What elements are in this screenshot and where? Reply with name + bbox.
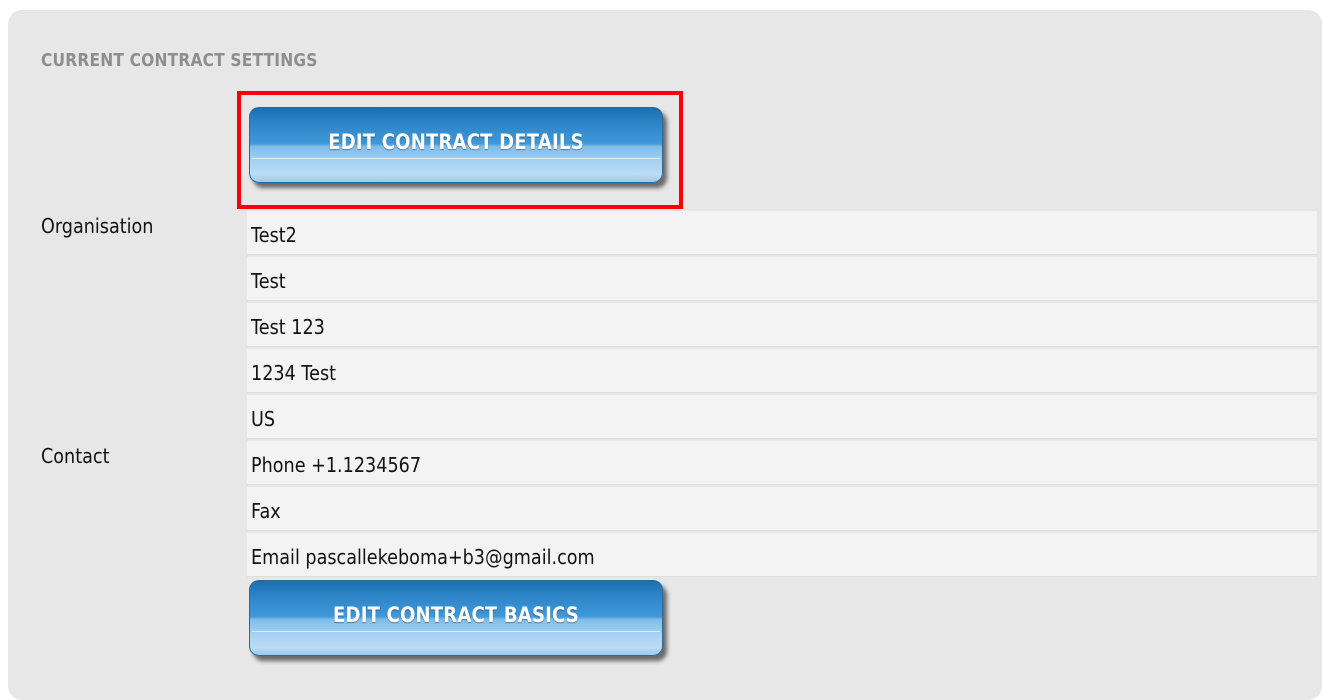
organisation-address: Test 123	[251, 315, 325, 339]
contact-row: Email pascallekeboma+b3@gmail.com	[247, 533, 1317, 577]
contact-fax: Fax	[251, 499, 281, 523]
contact-label: Contact	[41, 444, 110, 468]
contact-email: Email pascallekeboma+b3@gmail.com	[251, 545, 595, 569]
contact-row: Fax	[247, 487, 1317, 531]
contract-info-rows: Test2 Test Test 123 1234 Test US Phone +…	[247, 211, 1317, 579]
organisation-row: Test 123	[247, 303, 1317, 347]
button-divider	[252, 158, 660, 159]
edit-contract-basics-button[interactable]: EDIT CONTRACT BASICS	[249, 580, 663, 656]
edit-contract-basics-label: EDIT CONTRACT BASICS	[333, 603, 579, 627]
organisation-name: Test2	[251, 223, 297, 247]
organisation-postcode-city: 1234 Test	[251, 361, 337, 385]
organisation-row: 1234 Test	[247, 349, 1317, 393]
edit-contract-details-label: EDIT CONTRACT DETAILS	[328, 130, 584, 154]
organisation-row: US	[247, 395, 1317, 439]
contact-row: Phone +1.1234567	[247, 441, 1317, 485]
organisation-row: Test2	[247, 211, 1317, 255]
section-title: CURRENT CONTRACT SETTINGS	[41, 50, 318, 71]
button-divider	[252, 631, 660, 632]
contact-phone: Phone +1.1234567	[251, 453, 422, 477]
organisation-line: Test	[251, 269, 286, 293]
organisation-label: Organisation	[41, 214, 154, 238]
organisation-country: US	[251, 407, 276, 431]
organisation-row: Test	[247, 257, 1317, 301]
edit-contract-details-button[interactable]: EDIT CONTRACT DETAILS	[249, 107, 663, 183]
